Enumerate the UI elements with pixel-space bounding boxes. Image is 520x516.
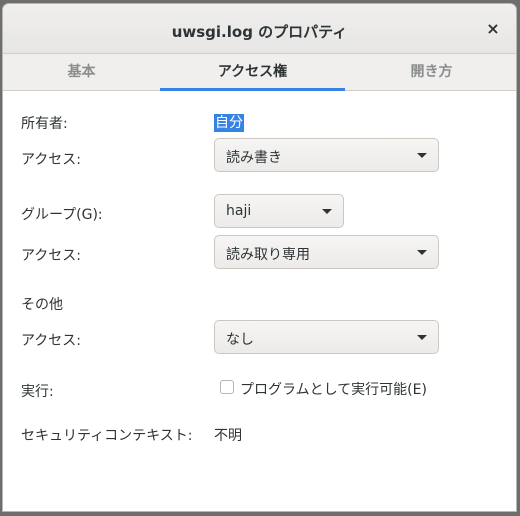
properties-dialog: uwsgi.log のプロパティ × 基本 アクセス権 開き方 所有者: 自分 … xyxy=(2,3,517,512)
chevron-down-icon xyxy=(417,153,427,158)
executable-checkbox-label[interactable]: プログラムとして実行可能(E) xyxy=(240,379,427,399)
others-access-dropdown[interactable]: なし xyxy=(214,320,439,354)
owner-value-text[interactable]: 自分 xyxy=(214,114,244,132)
group-access-value: 読み取り専用 xyxy=(226,247,310,263)
group-value: haji xyxy=(226,203,252,219)
titlebar: uwsgi.log のプロパティ × xyxy=(3,4,516,54)
chevron-down-icon xyxy=(322,209,332,214)
chevron-down-icon xyxy=(417,335,427,340)
others-access-label: アクセス: xyxy=(21,333,82,349)
owner-access-label: アクセス: xyxy=(21,152,82,168)
tab-bar: 基本 アクセス権 開き方 xyxy=(3,54,516,91)
owner-label: 所有者: xyxy=(21,116,68,132)
tab-permissions[interactable]: アクセス権 xyxy=(160,54,345,91)
execute-label: 実行: xyxy=(21,384,54,400)
chevron-down-icon xyxy=(417,250,427,255)
owner-value: 自分 xyxy=(214,112,244,132)
checkbox-box[interactable] xyxy=(220,380,234,394)
tab-basic[interactable]: 基本 xyxy=(3,54,160,90)
owner-access-value: 読み書き xyxy=(226,150,282,166)
close-icon[interactable]: × xyxy=(484,20,502,38)
others-access-value: なし xyxy=(226,332,254,348)
security-context-value: 不明 xyxy=(214,428,242,444)
security-context-label: セキュリティコンテキスト: xyxy=(21,428,193,444)
others-label: その他 xyxy=(21,297,63,313)
group-dropdown[interactable]: haji xyxy=(214,194,344,228)
tab-open-with[interactable]: 開き方 xyxy=(345,54,516,90)
owner-access-dropdown[interactable]: 読み書き xyxy=(214,138,439,172)
group-label: グループ(G): xyxy=(21,207,103,223)
dialog-title: uwsgi.log のプロパティ xyxy=(171,23,348,41)
group-access-label: アクセス: xyxy=(21,248,82,264)
group-access-dropdown[interactable]: 読み取り専用 xyxy=(214,235,439,269)
